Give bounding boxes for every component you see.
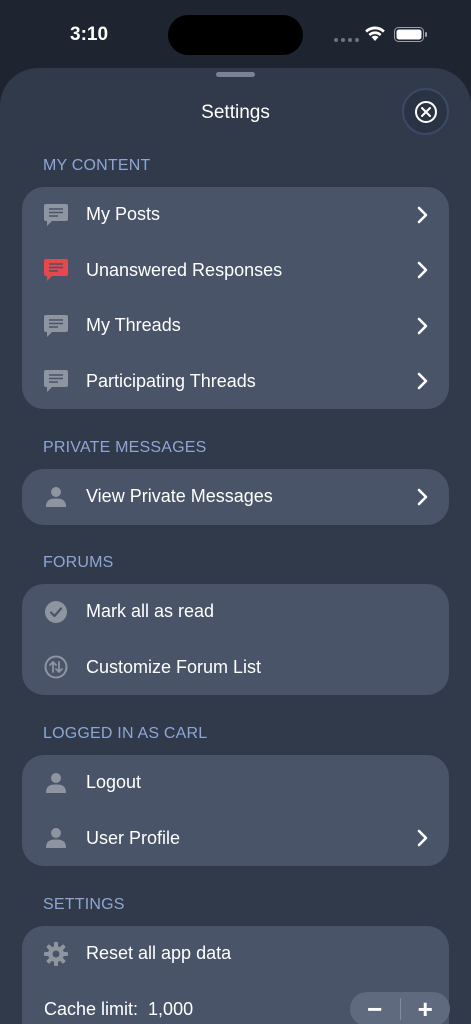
- my-content-group: My Posts Unanswered Responses My Threads…: [22, 187, 449, 409]
- row-unanswered-responses[interactable]: Unanswered Responses: [22, 243, 449, 299]
- private-messages-group: View Private Messages: [22, 469, 449, 525]
- row-my-posts[interactable]: My Posts: [22, 187, 449, 243]
- row-label: My Posts: [86, 204, 161, 225]
- person-icon: [42, 769, 70, 797]
- chevron-right-icon: [417, 372, 428, 390]
- row-label: My Threads: [86, 315, 181, 336]
- chat-bubble-icon: [42, 201, 70, 229]
- stepper-minus-button[interactable]: −: [350, 992, 400, 1024]
- person-icon: [42, 483, 70, 511]
- row-label: Mark all as read: [86, 601, 215, 622]
- checkmark-circle-icon: [42, 598, 70, 626]
- cache-limit-value: 1,000: [148, 998, 194, 1019]
- logged-in-group: Logout User Profile: [22, 755, 449, 866]
- page-title: Settings: [201, 102, 270, 123]
- wifi-icon: [365, 26, 385, 41]
- dynamic-island: [168, 15, 303, 55]
- gear-icon: [42, 940, 70, 968]
- row-my-threads[interactable]: My Threads: [22, 298, 449, 354]
- row-label: User Profile: [86, 827, 181, 848]
- section-header-private-messages: PRIVATE MESSAGES: [43, 439, 207, 456]
- row-label: Participating Threads: [86, 370, 256, 391]
- row-mark-all-as-read[interactable]: Mark all as read: [22, 584, 449, 640]
- row-label: Unanswered Responses: [86, 259, 283, 280]
- section-header-my-content: MY CONTENT: [43, 157, 151, 174]
- settings-sheet: Settings MY CONTENT My Posts Unanswered …: [0, 68, 471, 1024]
- row-cache-limit: Cache limit: 1,000 − +: [22, 982, 450, 1024]
- row-user-profile[interactable]: User Profile: [22, 811, 449, 867]
- row-participating-threads[interactable]: Participating Threads: [22, 354, 449, 410]
- section-header-logged-in: LOGGED IN AS CARL: [43, 725, 208, 742]
- settings-group: Reset all app data Cache limit: 1,000 − …: [22, 926, 450, 1024]
- section-header-settings: SETTINGS: [43, 896, 125, 913]
- row-logout[interactable]: Logout: [22, 755, 449, 811]
- stepper-plus-button[interactable]: +: [400, 992, 450, 1024]
- row-label: Reset all app data: [86, 943, 232, 964]
- row-label: Customize Forum List: [86, 656, 262, 677]
- person-icon: [42, 824, 70, 852]
- chevron-right-icon: [417, 488, 428, 506]
- row-customize-forum-list[interactable]: Customize Forum List: [22, 640, 449, 696]
- status-bar: 3:10: [0, 0, 471, 68]
- reorder-arrows-icon: [42, 653, 70, 681]
- chat-bubble-icon: [42, 367, 70, 395]
- chat-bubble-red-icon: [42, 256, 70, 284]
- cache-limit-label: Cache limit: 1,000: [44, 999, 193, 1020]
- cellular-signal-icon: [334, 38, 359, 42]
- battery-icon: [394, 27, 427, 42]
- section-header-forums: FORUMS: [43, 554, 114, 571]
- forums-group: Mark all as read Customize Forum List: [22, 584, 449, 695]
- sheet-grabber[interactable]: [216, 72, 255, 77]
- row-reset-all-app-data[interactable]: Reset all app data: [22, 926, 449, 982]
- cache-limit-text: Cache limit:: [44, 998, 139, 1019]
- chat-bubble-icon: [42, 312, 70, 340]
- chevron-right-icon: [417, 829, 428, 847]
- chevron-right-icon: [417, 261, 428, 279]
- cache-limit-stepper[interactable]: − +: [350, 992, 450, 1024]
- close-icon: [414, 100, 437, 123]
- row-label: Logout: [86, 772, 142, 793]
- close-button[interactable]: [402, 88, 449, 135]
- status-time: 3:10: [70, 24, 109, 45]
- row-view-private-messages[interactable]: View Private Messages: [22, 469, 449, 525]
- chevron-right-icon: [417, 317, 428, 335]
- chevron-right-icon: [417, 206, 428, 224]
- row-label: View Private Messages: [86, 486, 273, 507]
